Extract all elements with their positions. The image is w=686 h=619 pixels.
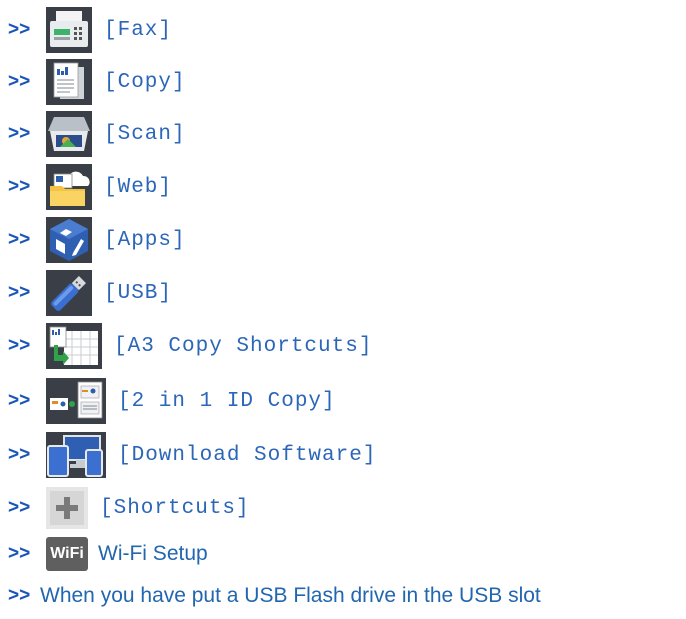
menu-link-2in1-id-copy[interactable]: >> [2 in 1 ID Copy] [8,378,336,424]
menu-link-wifi-setup[interactable]: >> WiFi Wi-Fi Setup [8,537,208,571]
copy-icon [46,59,92,105]
menu-link-web[interactable]: >> [Web] [8,164,172,210]
wifi-icon: WiFi [46,537,88,571]
menu-link-usb-flash-drive[interactable]: >> When you have put a USB Flash drive i… [8,584,541,608]
fax-label[interactable]: [Fax] [104,19,172,42]
arrow-marker: >> [8,390,31,411]
apps-icon [46,217,92,263]
menu-link-download-software[interactable]: >> [Download Software] [8,432,376,478]
shortcuts-label[interactable]: [Shortcuts] [100,497,250,520]
apps-label[interactable]: [Apps] [104,229,186,252]
menu-link-apps[interactable]: >> [Apps] [8,217,186,263]
shortcuts-icon [46,487,88,529]
arrow-marker: >> [8,282,31,303]
arrow-marker: >> [8,71,31,92]
web-label[interactable]: [Web] [104,176,172,199]
arrow-marker: >> [8,19,31,40]
arrow-marker: >> [8,444,31,465]
menu-link-copy[interactable]: >> [Copy] [8,59,186,105]
fax-icon [46,7,92,53]
arrow-marker: >> [8,585,31,606]
usb-label[interactable]: [USB] [104,282,172,305]
download-software-label[interactable]: [Download Software] [118,444,376,467]
a3-copy-shortcuts-icon [46,323,102,369]
usb-flash-drive-label[interactable]: When you have put a USB Flash drive in t… [40,584,541,608]
menu-link-a3-copy-shortcuts[interactable]: >> [A3 Copy Shortcuts] [8,323,372,369]
arrow-marker: >> [8,497,31,518]
id-copy-icon [46,378,106,424]
arrow-marker: >> [8,123,31,144]
menu-link-usb[interactable]: >> [USB] [8,270,172,316]
wifi-setup-label[interactable]: Wi-Fi Setup [98,542,208,566]
arrow-marker: >> [8,229,31,250]
arrow-marker: >> [8,543,31,564]
menu-link-scan[interactable]: >> [Scan] [8,111,186,157]
web-icon [46,164,92,210]
menu-link-shortcuts[interactable]: >> [Shortcuts] [8,487,250,529]
a3-copy-shortcuts-label[interactable]: [A3 Copy Shortcuts] [114,335,372,358]
scan-label[interactable]: [Scan] [104,123,186,146]
arrow-marker: >> [8,176,31,197]
menu-link-fax[interactable]: >> [Fax] [8,7,172,53]
copy-label[interactable]: [Copy] [104,71,186,94]
download-software-icon [46,432,106,478]
scan-icon [46,111,92,157]
usb-icon [46,270,92,316]
2in1-id-copy-label[interactable]: [2 in 1 ID Copy] [118,390,336,413]
arrow-marker: >> [8,335,31,356]
